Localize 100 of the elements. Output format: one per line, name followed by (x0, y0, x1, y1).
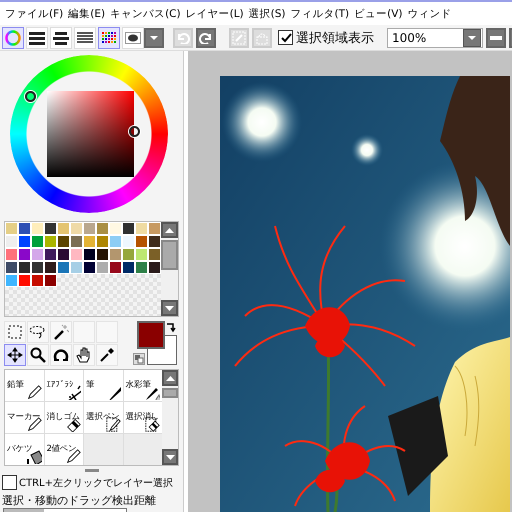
swap-arrow-icon[interactable] (165, 321, 177, 333)
color-swatch[interactable] (83, 222, 96, 235)
lasso-tool[interactable] (27, 321, 49, 343)
eyedropper-icon (99, 347, 115, 363)
menu-item[interactable]: 編集(E) (68, 6, 106, 20)
color-marker[interactable] (129, 126, 140, 137)
pencil-icon (26, 385, 42, 400)
dropdown-button[interactable] (144, 28, 164, 48)
hand-tool[interactable] (73, 344, 95, 366)
brush-tool[interactable]: 筆 (84, 370, 122, 401)
color-swatch[interactable] (96, 222, 109, 235)
ctrl-click-checkbox[interactable]: CTRL+左クリックでレイヤー選択 (2, 475, 183, 490)
color-swatch[interactable] (122, 248, 135, 261)
color-swatch[interactable] (70, 235, 83, 248)
color-swatch[interactable] (135, 222, 148, 235)
color-swatch[interactable] (148, 222, 161, 235)
move-tool[interactable] (4, 344, 26, 366)
panel-tab[interactable] (98, 26, 120, 48)
color-swatch[interactable] (5, 235, 18, 248)
color-square[interactable] (47, 91, 134, 177)
color-swatch[interactable] (31, 235, 44, 248)
color-swatch[interactable] (5, 261, 18, 274)
color-swatch[interactable] (109, 248, 122, 261)
foreground-color[interactable] (137, 321, 165, 349)
color-swatch[interactable] (57, 261, 70, 274)
color-swatch[interactable] (122, 222, 135, 235)
color-swatch[interactable] (96, 248, 109, 261)
brush-tool[interactable]: マーカー (5, 402, 44, 433)
scrollbar-thumb[interactable] (162, 388, 178, 398)
color-swatch[interactable] (109, 261, 122, 274)
rect-select-tool[interactable] (4, 321, 26, 343)
hue-marker[interactable] (25, 91, 36, 102)
color-swatch[interactable] (18, 261, 31, 274)
color-swatch[interactable] (122, 261, 135, 274)
redo-button[interactable] (196, 28, 216, 48)
color-swatch[interactable] (44, 235, 57, 248)
color-swatch[interactable] (5, 248, 18, 261)
color-swatch[interactable] (135, 235, 148, 248)
color-swatch[interactable] (148, 248, 161, 261)
color-swatch[interactable] (31, 274, 44, 287)
color-swatch[interactable] (70, 261, 83, 274)
menu-item[interactable]: ウィンド (408, 6, 452, 20)
brush-tool[interactable]: 鉛筆 (5, 370, 44, 401)
lasso-icon (29, 325, 47, 339)
brush-tool[interactable]: 消しゴム (44, 402, 83, 433)
brush-tool[interactable]: ｴｱﾌﾞﾗｼ (44, 370, 83, 401)
color-swatch[interactable] (83, 248, 96, 261)
zoom-tool[interactable] (27, 344, 49, 366)
color-swatch[interactable] (109, 222, 122, 235)
color-swatch[interactable] (44, 274, 57, 287)
reset-colors-icon[interactable] (133, 353, 145, 365)
brush-tool[interactable]: 2値ペン (44, 434, 83, 465)
color-swatch[interactable] (18, 248, 31, 261)
menu-item[interactable]: 選択(S) (248, 6, 286, 20)
menu-item[interactable]: ファイル(F) (5, 6, 64, 20)
menu-item[interactable]: レイヤー(L) (186, 6, 244, 20)
wand-tool[interactable] (50, 321, 72, 343)
color-swatch[interactable] (83, 235, 96, 248)
brush-tool[interactable]: バケツ (5, 434, 44, 465)
menu-item[interactable]: ビュー(V) (354, 6, 402, 20)
color-swatch[interactable] (148, 261, 161, 274)
color-swatch[interactable] (31, 261, 44, 274)
color-swatch[interactable] (31, 248, 44, 261)
color-swatch[interactable] (83, 261, 96, 274)
color-swatch[interactable] (57, 248, 70, 261)
rotate-tool[interactable] (50, 344, 72, 366)
scrollbar[interactable] (161, 222, 178, 316)
scrollbar[interactable] (162, 370, 178, 465)
scrollbar-thumb[interactable] (161, 240, 178, 270)
up-arrow-icon (166, 376, 174, 380)
color-swatch[interactable] (96, 261, 109, 274)
zoom-dropdown[interactable]: 100% (387, 28, 483, 48)
color-swatch[interactable] (57, 222, 70, 235)
zoom-out-button[interactable] (486, 28, 506, 48)
color-swatch[interactable] (122, 235, 135, 248)
up-arrow-icon (165, 228, 174, 232)
color-swatch[interactable] (70, 222, 83, 235)
color-swatch[interactable] (70, 248, 83, 261)
selection-display-checkbox[interactable]: 選択領域表示 (278, 28, 374, 46)
color-swatch[interactable] (18, 222, 31, 235)
color-swatch[interactable] (5, 274, 18, 287)
color-swatch[interactable] (57, 235, 70, 248)
color-swatch[interactable] (109, 235, 122, 248)
color-swatch[interactable] (18, 235, 31, 248)
menu-item[interactable]: フィルタ(T) (290, 6, 350, 20)
color-swatch[interactable] (148, 235, 161, 248)
splitter-handle[interactable] (84, 468, 98, 472)
bucket-icon (255, 30, 269, 44)
color-swatch[interactable] (31, 222, 44, 235)
color-swatch[interactable] (5, 222, 18, 235)
color-swatch[interactable] (18, 274, 31, 287)
brush-tool[interactable]: 水彩筆 (124, 370, 162, 401)
color-swatch[interactable] (135, 261, 148, 274)
color-swatch[interactable] (44, 222, 57, 235)
eyedropper-tool[interactable] (96, 344, 118, 366)
color-swatch[interactable] (96, 235, 109, 248)
menu-item[interactable]: キャンバス(C) (110, 6, 181, 20)
color-swatch[interactable] (44, 261, 57, 274)
color-swatch[interactable] (44, 248, 57, 261)
color-swatch[interactable] (135, 248, 148, 261)
